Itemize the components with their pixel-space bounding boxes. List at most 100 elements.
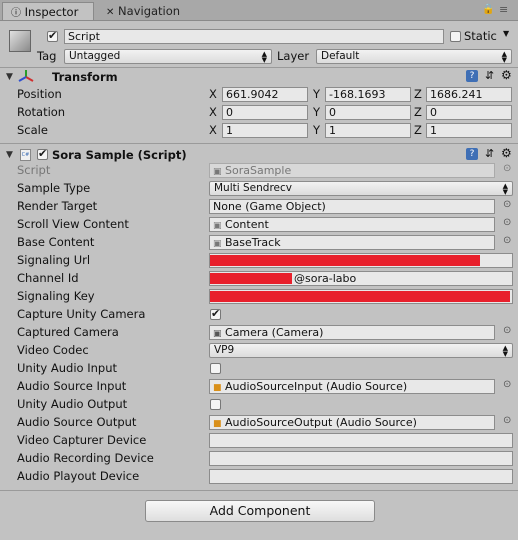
rotation-x-label[interactable]: X <box>209 104 217 120</box>
redaction-bar <box>210 291 510 302</box>
transform-icon <box>18 69 34 83</box>
position-y-label[interactable]: Y <box>313 86 320 102</box>
signaling-url-field[interactable] <box>209 253 513 268</box>
rotation-y-label[interactable]: Y <box>313 104 320 120</box>
object-picker-icon[interactable]: ⊙ <box>503 325 511 336</box>
audio-source-icon: ■ <box>213 419 222 429</box>
scale-z-field[interactable]: 1 <box>426 123 512 138</box>
sample-type-dropdown[interactable]: Multi Sendrecv ▲ ▼ <box>209 181 513 196</box>
scale-y-label[interactable]: Y <box>313 122 320 138</box>
position-x-field[interactable]: 661.9042 <box>222 87 308 102</box>
tab-inspector[interactable]: ⓘ Inspector <box>2 2 94 20</box>
base-content-label: Base Content <box>17 235 95 249</box>
unity-audio-input-checkbox[interactable] <box>210 363 221 374</box>
audio-source-output-field[interactable]: ■ AudioSourceOutput (Audio Source) <box>209 415 495 430</box>
component-title[interactable]: Sora Sample (Script) <box>52 147 187 163</box>
object-picker-icon[interactable]: ⊙ <box>503 415 511 426</box>
gear-icon[interactable]: ⚙ <box>501 146 512 160</box>
rotation-z-label[interactable]: Z <box>414 104 422 120</box>
camera-icon: ▣ <box>213 329 222 339</box>
channel-id-field[interactable]: @sora-labo <box>209 271 513 286</box>
divider <box>0 143 518 144</box>
audio-source-output-label: Audio Source Output <box>17 415 137 429</box>
component-enabled-checkbox[interactable] <box>37 147 48 160</box>
video-codec-dropdown[interactable]: VP9 ▲ ▼ <box>209 343 513 358</box>
static-checkbox[interactable] <box>450 31 461 42</box>
chevron-down-icon: ▲ ▼ <box>501 50 507 64</box>
rotation-label: Rotation <box>17 105 66 119</box>
add-component-button[interactable]: Add Component <box>145 500 375 522</box>
object-picker-icon[interactable]: ⊙ <box>503 199 511 210</box>
scroll-view-content-label: Scroll View Content <box>17 217 129 231</box>
rotation-x-field[interactable]: 0 <box>222 105 308 120</box>
transform-axes-icon <box>18 70 34 82</box>
redaction-bar <box>210 255 480 266</box>
audio-playout-device-field[interactable] <box>209 469 513 484</box>
render-target-label: Render Target <box>17 199 98 213</box>
menu-icon[interactable]: ≡ <box>499 3 508 16</box>
unity-audio-output-label: Unity Audio Output <box>17 397 128 411</box>
divider <box>0 490 518 491</box>
captured-camera-field[interactable]: ▣ Camera (Camera) <box>209 325 495 340</box>
script-label: Script <box>17 163 51 177</box>
signaling-key-label: Signaling Key <box>17 289 95 303</box>
preset-icon[interactable]: ⇵ <box>485 69 494 82</box>
capture-unity-camera-label: Capture Unity Camera <box>17 307 146 321</box>
chevron-down-icon: ▲ ▼ <box>261 50 267 64</box>
tag-dropdown[interactable]: Untagged ▲ ▼ <box>64 49 272 64</box>
object-picker-icon[interactable]: ⊙ <box>503 379 511 390</box>
unity-audio-output-checkbox[interactable] <box>210 399 221 410</box>
signaling-url-label: Signaling Url <box>17 253 91 267</box>
static-label: Static <box>464 29 497 43</box>
gameobject-icon <box>9 30 31 52</box>
tab-navigation[interactable]: ✕ Navigation <box>98 2 208 20</box>
active-checkbox[interactable] <box>47 29 58 42</box>
script-file-icon: ▣ <box>213 167 222 177</box>
chevron-down-icon: ▲ ▼ <box>502 182 508 196</box>
audio-source-input-field[interactable]: ■ AudioSourceInput (Audio Source) <box>209 379 495 394</box>
help-icon[interactable]: ? <box>466 148 478 160</box>
foldout-arrow-icon[interactable]: ▼ <box>6 147 13 163</box>
channel-id-label: Channel Id <box>17 271 79 285</box>
position-y-field[interactable]: -168.1693 <box>325 87 411 102</box>
script-icon: C# <box>20 149 31 161</box>
position-x-label[interactable]: X <box>209 86 217 102</box>
signaling-key-field[interactable] <box>209 289 513 304</box>
audio-playout-device-label: Audio Playout Device <box>17 469 140 483</box>
script-field: ▣ SoraSample <box>209 163 495 178</box>
rotation-z-field[interactable]: 0 <box>426 105 512 120</box>
scroll-view-content-field[interactable]: ▣ Content <box>209 217 495 232</box>
object-picker-icon[interactable]: ⊙ <box>503 217 511 228</box>
navigation-icon: ✕ <box>106 7 115 18</box>
audio-recording-device-field[interactable] <box>209 451 513 466</box>
layer-dropdown[interactable]: Default ▲ ▼ <box>316 49 512 64</box>
preset-icon[interactable]: ⇵ <box>485 147 494 160</box>
tag-label: Tag <box>37 49 57 63</box>
layer-label: Layer <box>277 49 310 63</box>
render-target-field[interactable]: None (Game Object) <box>209 199 495 214</box>
base-content-field[interactable]: ▣ BaseTrack <box>209 235 495 250</box>
object-picker-icon[interactable]: ⊙ <box>503 235 511 246</box>
scale-y-field[interactable]: 1 <box>325 123 411 138</box>
transform-title[interactable]: Transform <box>52 69 118 85</box>
prefab-small-icon: ▣ <box>213 239 222 249</box>
lock-icon[interactable]: 🔒 <box>482 4 494 15</box>
scale-z-label[interactable]: Z <box>414 122 422 138</box>
help-icon[interactable]: ? <box>466 70 478 82</box>
static-dropdown-icon[interactable]: ▼ <box>503 29 509 38</box>
rotation-y-field[interactable]: 0 <box>325 105 411 120</box>
object-picker-icon: ⊙ <box>503 163 512 174</box>
name-field[interactable]: Script <box>64 29 444 44</box>
position-z-field[interactable]: 1686.241 <box>426 87 512 102</box>
video-capturer-device-field[interactable] <box>209 433 513 448</box>
divider <box>0 67 518 68</box>
scale-x-field[interactable]: 1 <box>222 123 308 138</box>
gameobject-small-icon: ▣ <box>213 221 222 231</box>
video-codec-label: Video Codec <box>17 343 89 357</box>
scale-x-label[interactable]: X <box>209 122 217 138</box>
gear-icon[interactable]: ⚙ <box>501 68 512 82</box>
capture-unity-camera-checkbox[interactable] <box>210 307 221 320</box>
scale-label: Scale <box>17 123 48 137</box>
position-z-label[interactable]: Z <box>414 86 422 102</box>
foldout-arrow-icon[interactable]: ▼ <box>6 69 13 85</box>
